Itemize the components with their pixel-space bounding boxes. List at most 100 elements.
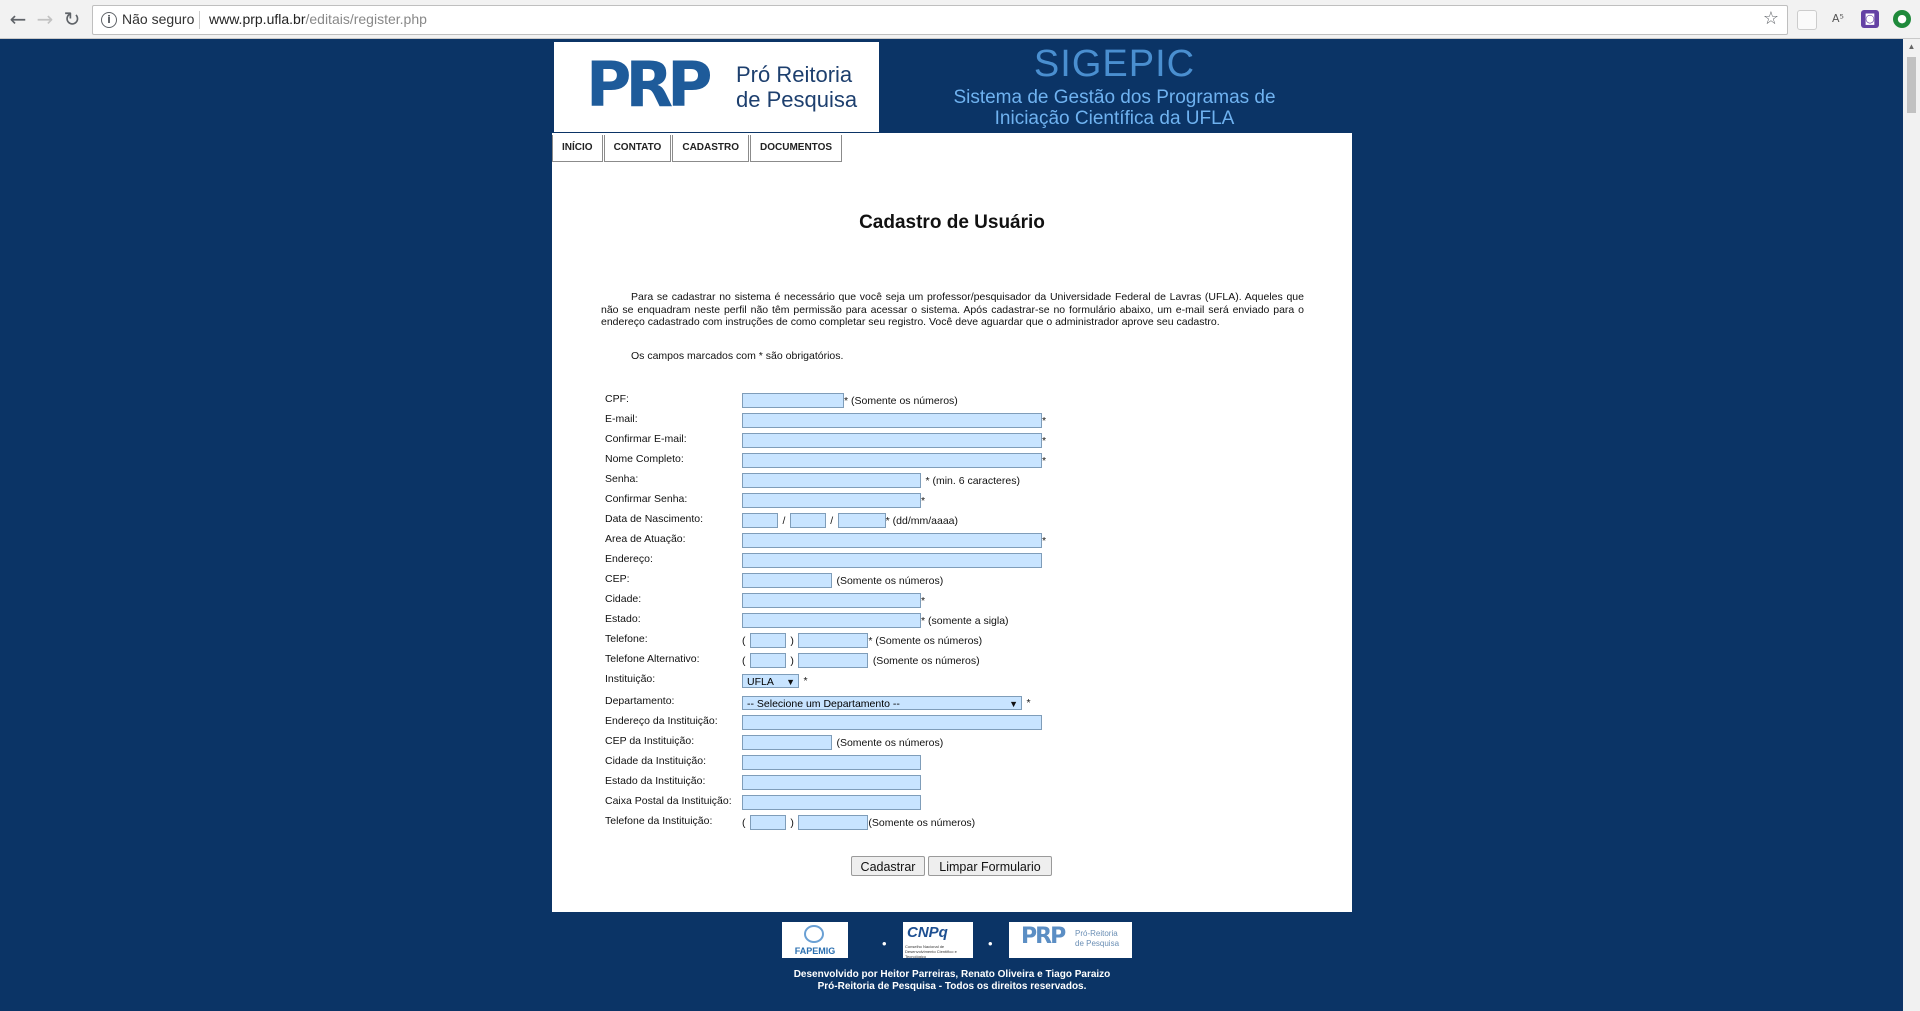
inst-cep-input[interactable] <box>742 735 832 751</box>
institution-select-value: UFLA <box>747 675 774 688</box>
confirm-email-required: * <box>1042 434 1047 447</box>
paren-open: ( <box>742 634 746 647</box>
green-extension-icon[interactable]: ● <box>1893 10 1911 28</box>
inst-phone-number-input[interactable] <box>798 815 869 831</box>
birth-month-input[interactable] <box>789 513 826 529</box>
birth-year-input[interactable] <box>837 513 886 529</box>
scrollbar[interactable] <box>1903 39 1920 1011</box>
scroll-up-arrow-icon[interactable]: ▲ <box>1903 40 1920 54</box>
alt-phone-area-code-input[interactable] <box>749 653 786 669</box>
institution-select[interactable]: UFLA ▼ <box>742 673 799 688</box>
birth-day-input[interactable] <box>742 513 778 529</box>
bookmark-star-icon[interactable]: ☆ <box>1763 8 1779 29</box>
state-hint: * (somente a sigla) <box>921 614 1009 627</box>
inst-cep-hint: (Somente os números) <box>836 736 944 749</box>
row-inst-city: Cidade da Instituição: <box>605 754 1305 772</box>
address-input[interactable] <box>742 553 1042 569</box>
department-label: Departamento: <box>605 695 675 707</box>
cep-hint: (Somente os números) <box>836 574 944 587</box>
date-slash: / <box>830 514 834 527</box>
row-password: Senha: * (min. 6 caracteres) <box>605 472 1305 490</box>
system-subtitle-line1: Sistema de Gestão dos Programas de <box>953 87 1276 108</box>
inst-pobox-label: Caixa Postal da Instituição: <box>605 795 732 807</box>
intro-paragraph: Para se cadastrar no sistema é necessári… <box>601 291 1304 328</box>
menu-cadastro[interactable]: CADASTRO <box>672 135 750 162</box>
row-state: Estado: * (somente a sigla) <box>605 612 1305 630</box>
fapemig-logo-text: FAPEMIG <box>794 946 836 956</box>
area-input[interactable] <box>742 533 1042 549</box>
cnpq-logo[interactable]: CNPq Conselho Nacional de Desenvolviment… <box>903 922 973 959</box>
row-cep: CEP: (Somente os números) <box>605 572 1305 590</box>
address-bar[interactable]: i Não seguro www.prp.ufla.br/editais/reg… <box>92 5 1788 35</box>
row-alt-phone: Telefone Alternativo: ( ) (Somente os nú… <box>605 652 1305 670</box>
paren-close: ) <box>790 816 794 829</box>
state-label: Estado: <box>605 613 641 625</box>
menu-documentos[interactable]: DOCUMENTOS <box>750 135 843 162</box>
forward-icon[interactable]: → <box>33 7 57 31</box>
fapemig-logo[interactable]: FAPEMIG <box>782 922 848 958</box>
page-container: PRP Pró Reitoria de Pesquisa SIGEPIC Sis… <box>552 40 1352 912</box>
inst-city-label: Cidade da Instituição: <box>605 755 706 767</box>
row-area: Area de Atuação: * <box>605 532 1305 550</box>
cpf-input[interactable] <box>742 393 844 409</box>
menu-contato[interactable]: CONTATO <box>603 135 672 162</box>
row-inst-cep: CEP da Instituição: (Somente os números) <box>605 734 1305 752</box>
password-input[interactable] <box>742 473 921 489</box>
site-header: PRP Pró Reitoria de Pesquisa SIGEPIC Sis… <box>552 40 1352 133</box>
inst-state-input[interactable] <box>742 775 921 791</box>
info-icon[interactable]: i <box>101 12 117 28</box>
menu-inicio[interactable]: INÍCIO <box>552 135 603 162</box>
prp-logo[interactable]: PRP Pró Reitoria de Pesquisa <box>554 42 879 132</box>
fapemig-emblem-icon <box>804 925 824 943</box>
extension-blank-icon[interactable] <box>1797 10 1817 30</box>
phone-label: Telefone: <box>605 633 648 645</box>
full-name-input[interactable] <box>742 453 1042 469</box>
back-icon[interactable]: ← <box>6 7 30 31</box>
reload-icon[interactable]: ↻ <box>60 7 84 31</box>
row-confirm-password: Confirmar Senha: * <box>605 492 1305 510</box>
confirm-email-input[interactable] <box>742 433 1042 449</box>
department-select-value: -- Selecione um Departamento -- <box>747 697 900 710</box>
reset-button[interactable]: Limpar Formulario <box>928 856 1052 876</box>
divider <box>199 11 200 29</box>
translate-extension-icon[interactable]: A⁵ <box>1829 10 1847 28</box>
prp-footer-logo[interactable]: PRP Pró-Reitoria de Pesquisa <box>1009 922 1132 958</box>
date-slash: / <box>782 514 786 527</box>
scrollbar-thumb[interactable] <box>1907 57 1916 113</box>
paren-close: ) <box>790 654 794 667</box>
row-full-name: Nome Completo: * <box>605 452 1305 470</box>
confirm-password-input[interactable] <box>742 493 921 509</box>
state-input[interactable] <box>742 613 921 629</box>
submit-button[interactable]: Cadastrar <box>851 856 925 876</box>
confirm-password-required: * <box>921 494 926 507</box>
row-institution: Instituição: UFLA ▼ * <box>605 672 1305 690</box>
cep-input[interactable] <box>742 573 832 589</box>
twitch-extension-icon[interactable]: ◙ <box>1861 10 1879 28</box>
system-title: SIGEPIC <box>1033 43 1196 85</box>
row-email: E-mail: * <box>605 412 1305 430</box>
url-text[interactable]: www.prp.ufla.br/editais/register.php <box>209 11 427 27</box>
paren-open: ( <box>742 654 746 667</box>
phone-number-input[interactable] <box>798 633 869 649</box>
inst-phone-area-code-input[interactable] <box>749 815 786 831</box>
email-input[interactable] <box>742 413 1042 429</box>
inst-pobox-input[interactable] <box>742 795 921 811</box>
alt-phone-number-input[interactable] <box>798 653 869 669</box>
row-inst-state: Estado da Instituição: <box>605 774 1305 792</box>
row-cpf: CPF: * (Somente os números) <box>605 392 1305 410</box>
address-label: Endereço: <box>605 553 653 565</box>
city-input[interactable] <box>742 593 921 609</box>
prp-logo-line1: Pró Reitoria <box>736 62 853 87</box>
birth-date-label: Data de Nascimento: <box>605 513 704 525</box>
inst-cep-label: CEP da Instituição: <box>605 735 695 747</box>
prp-logo-line2: de Pesquisa <box>736 87 858 112</box>
row-phone: Telefone: ( ) * (Somente os números) <box>605 632 1305 650</box>
inst-city-input[interactable] <box>742 755 921 771</box>
inst-phone-hint: (Somente os números) <box>868 816 976 829</box>
phone-area-code-input[interactable] <box>749 633 786 649</box>
url-path: /editais/register.php <box>305 11 427 27</box>
inst-address-input[interactable] <box>742 715 1042 731</box>
dropdown-arrow-icon: ▼ <box>786 676 795 687</box>
department-select[interactable]: -- Selecione um Departamento -- ▼ <box>742 695 1022 710</box>
phone-hint: * (Somente os números) <box>868 634 983 647</box>
